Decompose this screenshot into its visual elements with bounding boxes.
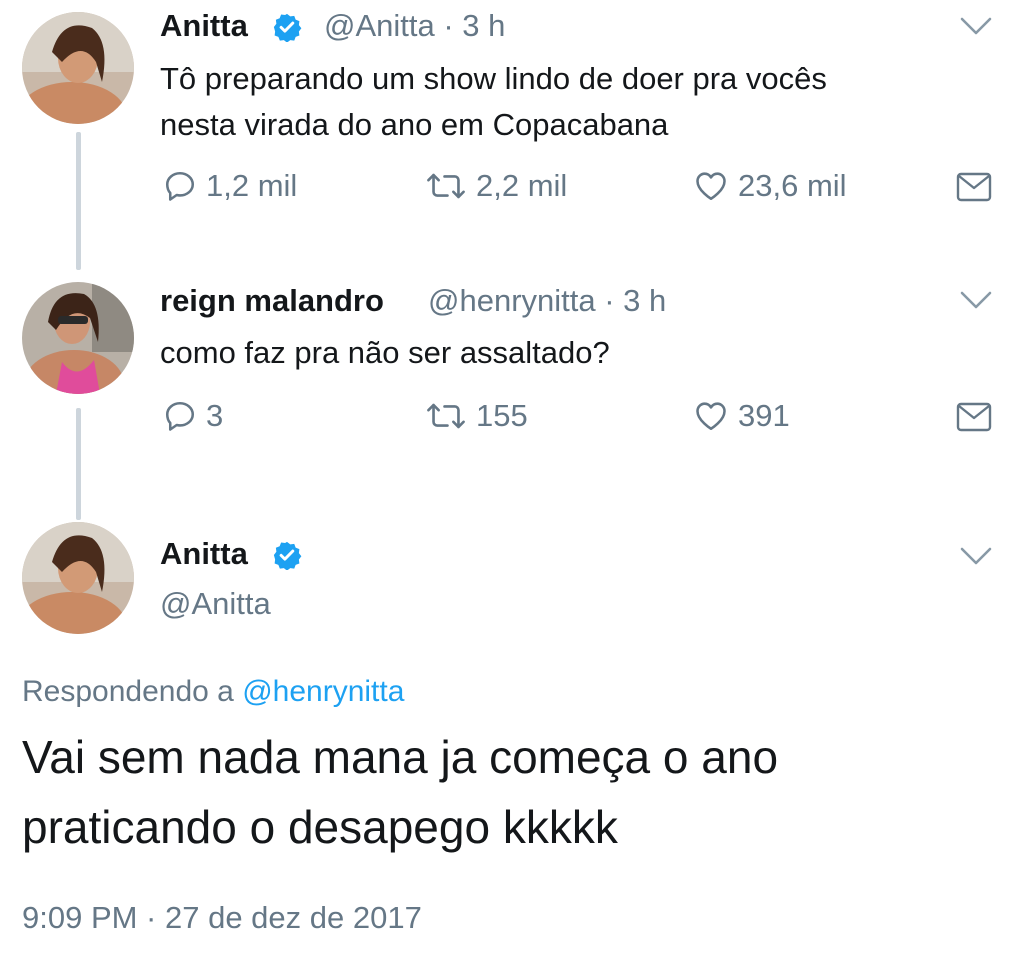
retweet-icon (427, 403, 465, 429)
tweet-text-line: Vai sem nada mana ja começa o ano (22, 731, 779, 783)
author-handle[interactable]: @Anitta (160, 586, 271, 622)
avatar[interactable] (22, 522, 134, 634)
reply-count: 3 (206, 398, 224, 433)
direct-message-icon[interactable] (956, 402, 992, 432)
chevron-down-icon[interactable] (959, 290, 993, 310)
replying-to-link[interactable]: @henrynitta (242, 675, 404, 708)
handle-text: @henrynitta (428, 283, 596, 318)
author-name[interactable]: Anitta (160, 8, 248, 44)
reply-button[interactable]: 3 (162, 398, 223, 434)
like-icon (696, 402, 726, 431)
handle-text: @Anitta (324, 8, 435, 43)
retweet-button[interactable]: 2,2 mil (424, 168, 567, 204)
tweet-text-line: nesta virada do ano em Copacabana (160, 107, 669, 142)
reply-count: 1,2 mil (206, 168, 298, 203)
thread-line (76, 408, 81, 520)
thread-line (76, 132, 81, 270)
author-name[interactable]: reign malandro (160, 283, 384, 319)
reply-icon (165, 171, 195, 201)
reply-button[interactable]: 1,2 mil (162, 168, 297, 204)
verified-badge-icon (273, 541, 302, 570)
like-button[interactable]: 23,6 mil (692, 168, 847, 204)
verified-badge-icon (273, 13, 302, 42)
retweet-button[interactable]: 155 (424, 398, 528, 434)
replying-to: Respondendo a @henrynitta (22, 675, 404, 709)
like-icon (696, 172, 726, 201)
chevron-down-icon[interactable] (959, 546, 993, 566)
retweet-count: 2,2 mil (476, 168, 568, 203)
retweet-count: 155 (476, 398, 528, 433)
avatar[interactable] (22, 282, 134, 394)
chevron-down-icon[interactable] (959, 16, 993, 36)
author-handle[interactable]: @Anitta · 3 h (324, 8, 505, 44)
tweet-text-line: Tô preparando um show lindo de doer pra … (160, 61, 827, 96)
avatar[interactable] (22, 12, 134, 124)
like-count: 391 (738, 398, 790, 433)
reply-icon (165, 401, 195, 431)
retweet-icon (427, 173, 465, 199)
author-name[interactable]: Anitta (160, 536, 248, 572)
tweet-timestamp[interactable]: 9:09 PM · 27 de dez de 2017 (22, 900, 422, 936)
tweet-text-line: como faz pra não ser assaltado? (160, 335, 610, 370)
timestamp[interactable]: · 3 h (604, 283, 666, 318)
like-button[interactable]: 391 (692, 398, 790, 434)
direct-message-icon[interactable] (956, 172, 992, 202)
like-count: 23,6 mil (738, 168, 847, 203)
replying-to-label: Respondendo a (22, 675, 234, 708)
tweet-text: como faz pra não ser assaltado? (160, 330, 610, 376)
main-tweet-text: Vai sem nada mana ja começa o ano pratic… (22, 722, 778, 862)
tweet-text-line: praticando o desapego kkkkk (22, 801, 618, 853)
tweet-text: Tô preparando um show lindo de doer pra … (160, 56, 827, 148)
author-handle[interactable]: @henrynitta · 3 h (428, 283, 666, 319)
timestamp[interactable]: · 3 h (443, 8, 505, 43)
